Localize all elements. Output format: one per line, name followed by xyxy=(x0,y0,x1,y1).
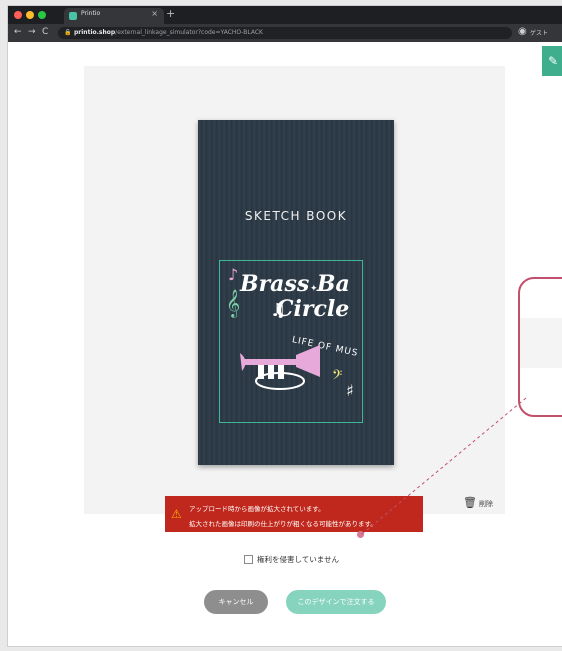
callout-leader-line xyxy=(361,397,527,535)
